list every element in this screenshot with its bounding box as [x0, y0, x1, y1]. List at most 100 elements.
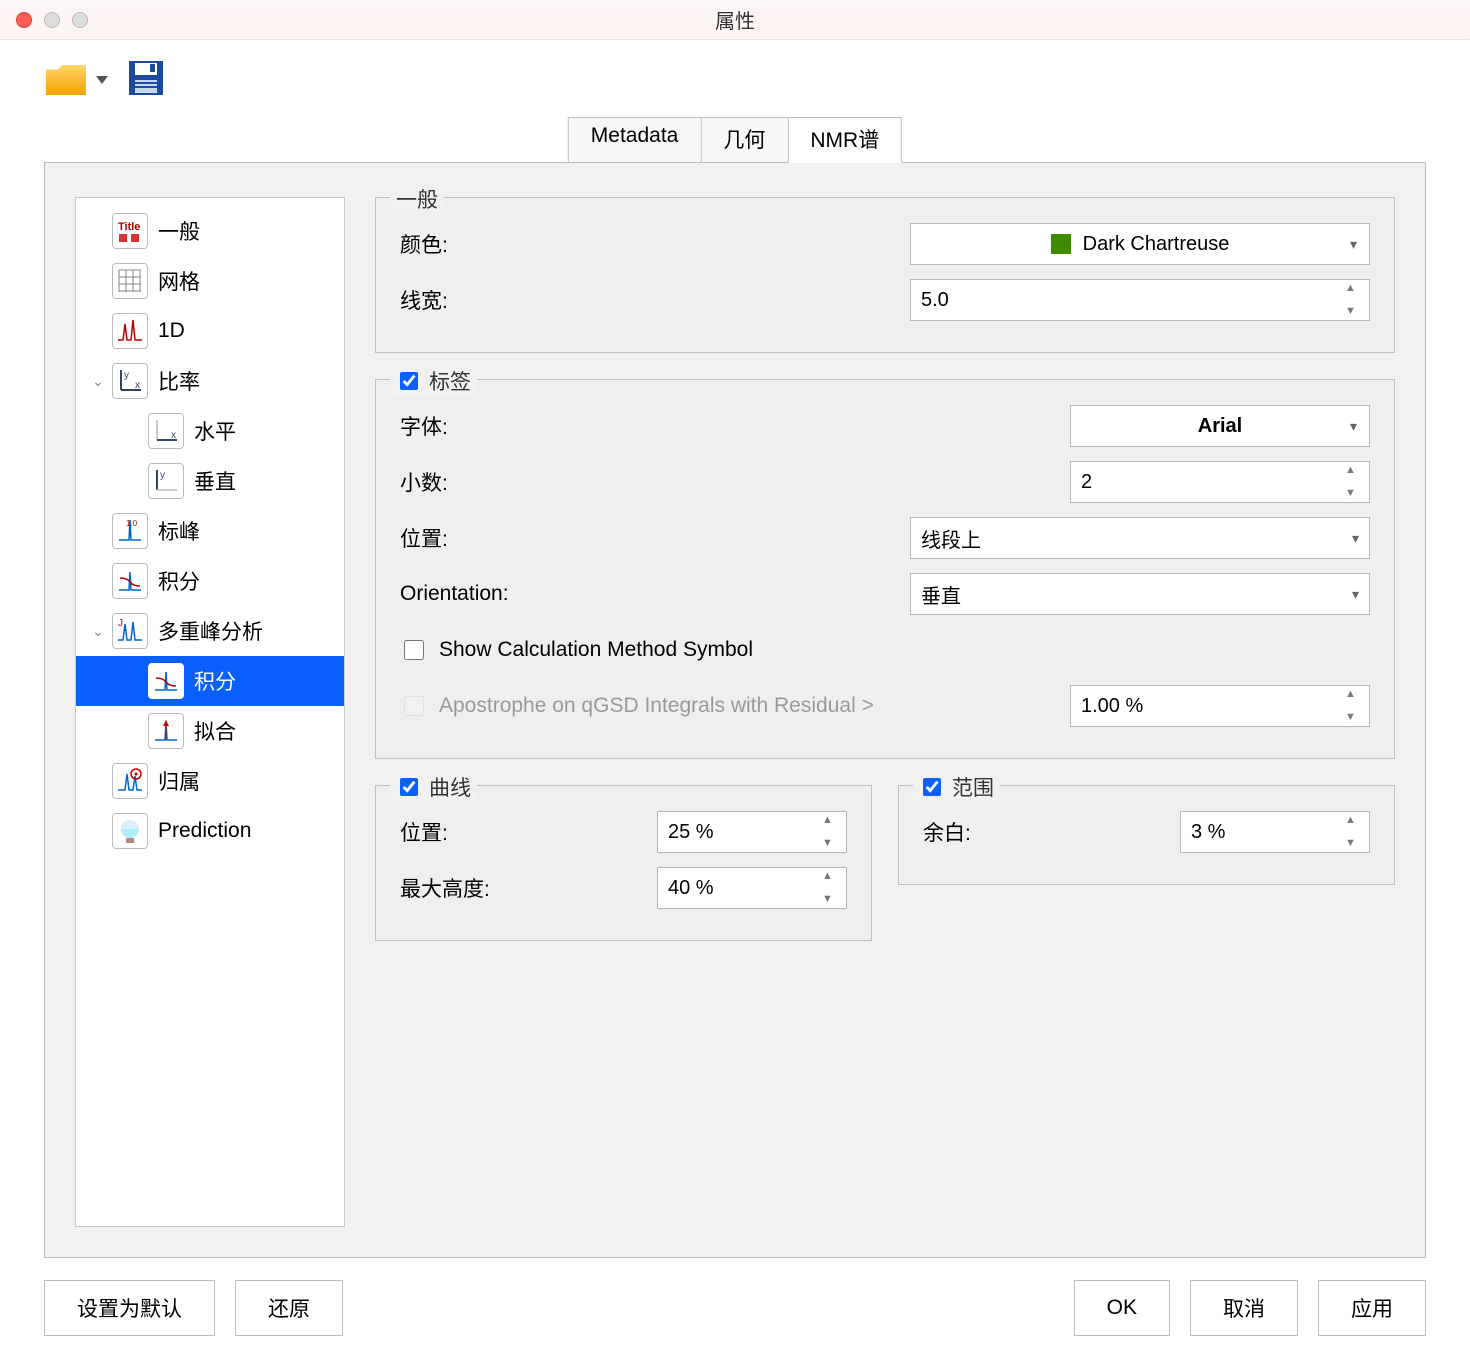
linewidth-value: 5.0: [921, 289, 949, 312]
apostrophe-stepper[interactable]: 1.00 % ▲▼: [1070, 685, 1370, 727]
close-window-icon[interactable]: [16, 12, 32, 28]
range-enable-checkbox[interactable]: [923, 778, 941, 796]
tab-metadata[interactable]: Metadata: [568, 117, 702, 163]
curve-maxheight-stepper[interactable]: 40 % ▲▼: [657, 867, 847, 909]
multiplet-icon: J: [112, 613, 148, 649]
group-range: 范围 余白: 3 % ▲▼: [898, 785, 1395, 885]
window-controls: [16, 12, 88, 28]
tree-label: 归属: [158, 766, 200, 796]
apply-button[interactable]: 应用: [1318, 1280, 1426, 1336]
tree-node-multiplet-integrals[interactable]: 积分: [76, 656, 344, 706]
chevron-down-icon: ▾: [1352, 530, 1359, 547]
decimals-label: 小数:: [400, 467, 448, 497]
grid-icon: [112, 263, 148, 299]
curve-maxheight-label: 最大高度:: [400, 873, 490, 903]
apostrophe-value: 1.00 %: [1081, 695, 1143, 718]
title-icon: Title: [112, 213, 148, 249]
linewidth-label: 线宽:: [400, 285, 448, 315]
font-value: Arial: [1198, 415, 1242, 438]
category-tree[interactable]: Title 一般 网格 1D ⌄ yx 比率: [75, 197, 345, 1227]
decimals-stepper[interactable]: 2 ▲▼: [1070, 461, 1370, 503]
spin-buttons[interactable]: ▲▼: [1345, 283, 1365, 317]
floppy-disk-icon: [126, 58, 166, 98]
tree-node-grid[interactable]: 网格: [76, 256, 344, 306]
tab-bar: Metadata 几何 NMR谱: [568, 117, 902, 163]
apostrophe-checkbox: [404, 696, 424, 716]
spin-buttons[interactable]: ▲▼: [1345, 465, 1365, 499]
tree-node-multiplets[interactable]: ⌄ J 多重峰分析: [76, 606, 344, 656]
color-value: Dark Chartreuse: [1083, 233, 1230, 256]
tree-label: 积分: [158, 566, 200, 596]
show-calc-checkbox-row[interactable]: Show Calculation Method Symbol: [400, 637, 753, 663]
minimize-window-icon: [44, 12, 60, 28]
curve-position-value: 25 %: [668, 821, 714, 844]
tree-node-assignment[interactable]: 归属: [76, 756, 344, 806]
spectrum-1d-icon: [112, 313, 148, 349]
tree-label: 网格: [158, 266, 200, 296]
color-select[interactable]: Dark Chartreuse ▾: [910, 223, 1370, 265]
spin-buttons[interactable]: ▲▼: [822, 815, 842, 849]
linewidth-stepper[interactable]: 5.0 ▲▼: [910, 279, 1370, 321]
chevron-down-icon: ▾: [1352, 586, 1359, 603]
tree-node-general[interactable]: Title 一般: [76, 206, 344, 256]
tree-label: 积分: [194, 666, 236, 696]
group-title: 范围: [952, 772, 994, 802]
fitting-icon: [148, 713, 184, 749]
tree-node-1d[interactable]: 1D: [76, 306, 344, 356]
labels-enable-checkbox[interactable]: [400, 372, 418, 390]
curve-enable-checkbox[interactable]: [400, 778, 418, 796]
integral-icon: [148, 663, 184, 699]
svg-text:1.0: 1.0: [126, 519, 138, 528]
tree-label: 一般: [158, 216, 200, 246]
curve-position-stepper[interactable]: 25 % ▲▼: [657, 811, 847, 853]
axis-y-icon: y: [148, 463, 184, 499]
svg-text:y: y: [124, 370, 129, 381]
range-margin-value: 3 %: [1191, 821, 1225, 844]
font-select[interactable]: Arial ▾: [1070, 405, 1370, 447]
chevron-down-icon[interactable]: ⌄: [84, 373, 112, 390]
group-title: 标签: [429, 366, 471, 396]
tree-node-prediction[interactable]: Prediction: [76, 806, 344, 856]
revert-button[interactable]: 还原: [235, 1280, 343, 1336]
tab-geometry[interactable]: 几何: [701, 117, 788, 163]
tree-node-ratio[interactable]: ⌄ yx 比率: [76, 356, 344, 406]
show-calc-label: Show Calculation Method Symbol: [439, 638, 753, 662]
decimals-value: 2: [1081, 471, 1092, 494]
show-calc-checkbox[interactable]: [404, 640, 424, 660]
color-swatch: [1051, 234, 1071, 254]
svg-text:x: x: [171, 430, 176, 441]
set-default-button[interactable]: 设置为默认: [44, 1280, 215, 1336]
tree-node-peaks[interactable]: 1.0 标峰: [76, 506, 344, 556]
tree-label: 标峰: [158, 516, 200, 546]
toolbar: [0, 40, 1470, 120]
open-button[interactable]: [46, 65, 108, 95]
chevron-down-icon: [96, 76, 108, 84]
tree-node-integrals[interactable]: 积分: [76, 556, 344, 606]
ok-button[interactable]: OK: [1074, 1280, 1170, 1336]
tab-nmr[interactable]: NMR谱: [788, 117, 902, 163]
group-general: 一般 颜色: Dark Chartreuse ▾ 线宽: 5.0: [375, 197, 1395, 353]
axis-x-icon: x: [148, 413, 184, 449]
apostrophe-label: Apostrophe on qGSD Integrals with Residu…: [439, 694, 874, 718]
tree-node-fitting[interactable]: 拟合: [76, 706, 344, 756]
chevron-down-icon[interactable]: ⌄: [84, 623, 112, 640]
tree-node-vertical[interactable]: y 垂直: [76, 456, 344, 506]
range-margin-stepper[interactable]: 3 % ▲▼: [1180, 811, 1370, 853]
apostrophe-checkbox-row: Apostrophe on qGSD Integrals with Residu…: [400, 693, 874, 719]
save-button[interactable]: [126, 58, 166, 103]
tree-label: 垂直: [194, 466, 236, 496]
svg-text:x: x: [135, 380, 140, 391]
spin-buttons[interactable]: ▲▼: [1345, 815, 1365, 849]
svg-text:Title: Title: [118, 221, 140, 233]
spin-buttons[interactable]: ▲▼: [822, 871, 842, 905]
titlebar: 属性: [0, 0, 1470, 40]
spin-buttons[interactable]: ▲▼: [1345, 689, 1365, 723]
tree-label: 比率: [158, 366, 200, 396]
peak-icon: 1.0: [112, 513, 148, 549]
orientation-select[interactable]: 垂直 ▾: [910, 573, 1370, 615]
cancel-button[interactable]: 取消: [1190, 1280, 1298, 1336]
dialog-footer: 设置为默认 还原 OK 取消 应用: [0, 1258, 1470, 1358]
position-value: 线段上: [921, 524, 981, 553]
tree-node-horizontal[interactable]: x 水平: [76, 406, 344, 456]
position-select[interactable]: 线段上 ▾: [910, 517, 1370, 559]
